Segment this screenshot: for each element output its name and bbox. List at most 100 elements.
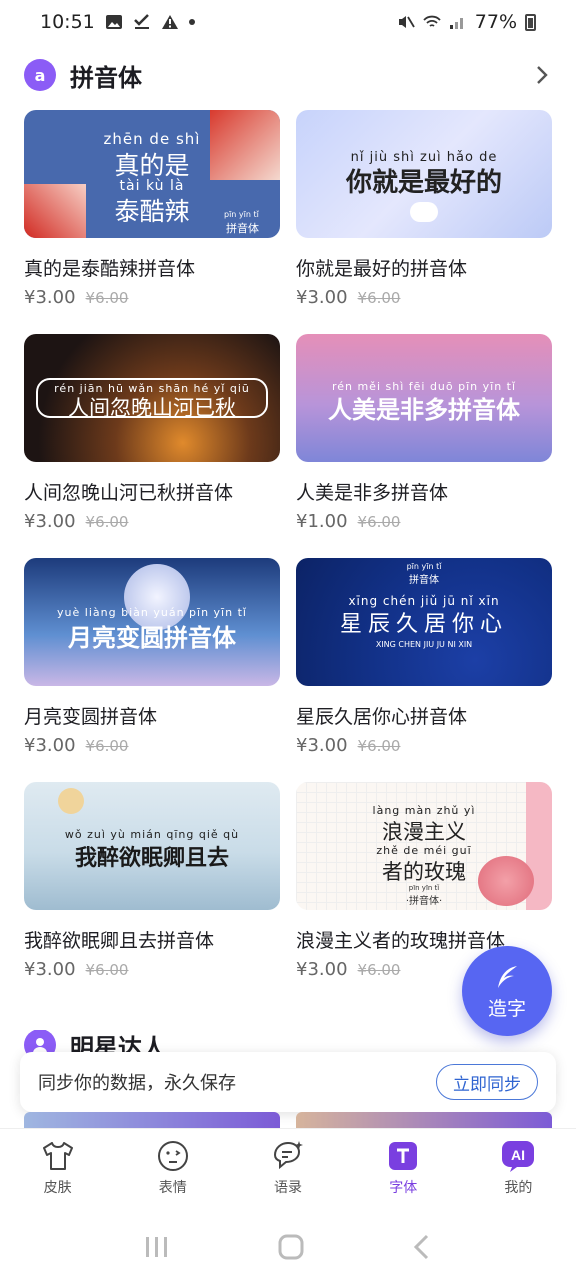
- system-nav-bar: [0, 1214, 576, 1280]
- font-original-price: ¥6.00: [85, 961, 129, 979]
- font-original-price: ¥6.00: [357, 289, 401, 307]
- art-hanzi-line: 星辰久居你心: [339, 612, 508, 637]
- art-tag-pinyin: pīn yīn tǐ: [406, 562, 442, 571]
- art-hanzi-line: 人间忽晚山河已秋: [68, 396, 236, 420]
- sync-text: 同步你的数据，永久保存: [38, 1073, 236, 1094]
- create-font-label: 造字: [487, 997, 526, 1020]
- status-bar: 10:51 77%: [0, 0, 576, 44]
- wifi-icon: [423, 15, 441, 27]
- check-icon: [133, 14, 149, 29]
- art-tag: 拼音体: [226, 222, 259, 235]
- art-hanzi-line: 月亮变圆拼音体: [68, 623, 236, 652]
- celebrity-thumbnail[interactable]: [24, 1112, 280, 1128]
- nav-label: 字体: [389, 1180, 418, 1196]
- battery-icon: [525, 13, 536, 31]
- font-name: 你就是最好的拼音体: [296, 258, 468, 280]
- nav-label: 我的: [504, 1180, 533, 1196]
- font-price: ¥3.00: [24, 287, 76, 308]
- status-time: 10:51: [40, 11, 95, 33]
- art-tag: ·拼音体·: [405, 896, 443, 907]
- section-title: 拼音体: [70, 63, 142, 92]
- font-price: ¥3.00: [296, 287, 348, 308]
- art-hanzi-line: 你就是最好的: [345, 168, 502, 198]
- font-thumbnail[interactable]: wǒ zuì yù mián qīng qiě qù 我醉欲眠卿且去: [24, 782, 280, 910]
- section-font-icon: a: [24, 59, 56, 91]
- battery-percent: 77%: [474, 11, 517, 33]
- font-price: ¥3.00: [296, 959, 348, 980]
- image-icon: [105, 15, 122, 29]
- font-card[interactable]: wǒ zuì yù mián qīng qiě qù 我醉欲眠卿且去 我醉欲眠卿…: [24, 782, 280, 980]
- art-hanzi-line: 我醉欲眠卿且去: [74, 845, 229, 871]
- font-thumbnail[interactable]: rén jiān hū wǎn shān hé yǐ qiū 人间忽晚山河已秋: [24, 334, 280, 462]
- font-original-price: ¥6.00: [357, 961, 401, 979]
- font-original-price: ¥6.00: [357, 513, 401, 531]
- nav-item-quotes[interactable]: 语录: [230, 1129, 345, 1214]
- font-thumbnail[interactable]: pīn yīn tǐ 拼音体 xīng chén jiǔ jū nǐ xīn 星…: [296, 558, 552, 686]
- font-original-price: ¥6.00: [85, 513, 129, 531]
- back-icon[interactable]: [412, 1234, 432, 1260]
- font-price: ¥3.00: [24, 511, 76, 532]
- font-card[interactable]: rén měi shì fēi duō pīn yīn tǐ 人美是非多拼音体 …: [296, 334, 552, 532]
- nav-label: 表情: [158, 1180, 187, 1196]
- font-thumbnail[interactable]: làng màn zhǔ yì 浪漫主义 zhě de méi guī 者的玫瑰…: [296, 782, 552, 910]
- font-original-price: ¥6.00: [357, 737, 401, 755]
- bottom-nav: 皮肤 表情 语录 字体 AI 我的: [0, 1128, 576, 1214]
- recent-apps-icon[interactable]: [144, 1235, 170, 1259]
- celebrity-thumbnail[interactable]: [296, 1112, 552, 1128]
- art-caps-line: XING CHEN JIU JU NI XIN: [375, 640, 473, 649]
- sync-banner: 同步你的数据，永久保存 立即同步: [20, 1052, 556, 1112]
- shirt-icon: [42, 1142, 73, 1170]
- art-tag-pinyin: pīn yīn tǐ: [224, 210, 259, 219]
- home-icon[interactable]: [277, 1233, 305, 1261]
- font-price: ¥1.00: [296, 511, 348, 532]
- nav-item-skin[interactable]: 皮肤: [0, 1129, 115, 1214]
- art-hanzi-line: 者的玫瑰: [382, 860, 466, 884]
- bear-sticker-icon: [410, 202, 438, 222]
- sync-now-button[interactable]: 立即同步: [436, 1064, 538, 1100]
- font-price: ¥3.00: [296, 735, 348, 756]
- font-card[interactable]: pīn yīn tǐ 拼音体 xīng chén jiǔ jū nǐ xīn 星…: [296, 558, 552, 756]
- nav-label: 皮肤: [43, 1180, 72, 1196]
- font-name: 星辰久居你心拼音体: [296, 706, 468, 728]
- font-thumbnail[interactable]: nǐ jiù shì zuì hǎo de 你就是最好的: [296, 110, 552, 238]
- font-card[interactable]: zhēn de shì 真的是 tài kù là 泰酷辣 pīn yīn tǐ…: [24, 110, 280, 308]
- nav-item-emoji[interactable]: 表情: [115, 1129, 230, 1214]
- font-original-price: ¥6.00: [85, 737, 129, 755]
- feather-icon: [498, 965, 517, 988]
- font-name: 我醉欲眠卿且去拼音体: [24, 930, 215, 952]
- chevron-right-icon[interactable]: [532, 65, 552, 85]
- ai-icon: AI: [502, 1141, 535, 1172]
- app-root: 10:51 77% a 拼音体 zhēn de shì 真的是 tài kù l…: [0, 0, 576, 1280]
- font-name: 真的是泰酷辣拼音体: [24, 258, 196, 280]
- art-hanzi-line: 浪漫主义: [382, 820, 466, 844]
- font-name: 人美是非多拼音体: [296, 482, 449, 504]
- notification-dot: [188, 19, 195, 25]
- art-hanzi-line: 人美是非多拼音体: [328, 395, 520, 424]
- section-header-pinyin[interactable]: a 拼音体: [24, 56, 552, 94]
- font-thumbnail[interactable]: zhēn de shì 真的是 tài kù là 泰酷辣 pīn yīn tǐ…: [24, 110, 280, 238]
- nav-label: 语录: [274, 1180, 302, 1196]
- warning-icon: [161, 15, 178, 29]
- nav-item-me[interactable]: AI 我的: [461, 1129, 576, 1214]
- font-thumbnail[interactable]: rén měi shì fēi duō pīn yīn tǐ 人美是非多拼音体: [296, 334, 552, 462]
- signal-icon: [449, 18, 463, 29]
- font-name: 月亮变圆拼音体: [24, 706, 158, 728]
- quote-icon: [273, 1141, 303, 1170]
- font-card[interactable]: rén jiān hū wǎn shān hé yǐ qiū 人间忽晚山河已秋 …: [24, 334, 280, 532]
- create-font-button[interactable]: 造字: [462, 946, 552, 1036]
- svg-text:AI: AI: [511, 1147, 525, 1163]
- art-tag-pinyin: pīn yīn tǐ: [408, 884, 440, 892]
- font-icon: [389, 1142, 418, 1170]
- art-tag: 拼音体: [409, 575, 439, 586]
- art-hanzi-line: 真的是: [114, 151, 190, 180]
- font-price: ¥3.00: [24, 959, 76, 980]
- face-icon: [157, 1141, 188, 1171]
- font-name: 人间忽晚山河已秋拼音体: [24, 482, 234, 504]
- font-price: ¥3.00: [24, 735, 76, 756]
- font-thumbnail[interactable]: yuè liàng biàn yuán pīn yīn tǐ 月亮变圆拼音体: [24, 558, 280, 686]
- nav-item-fonts[interactable]: 字体: [346, 1129, 461, 1214]
- mute-icon: [398, 16, 415, 28]
- font-card[interactable]: nǐ jiù shì zuì hǎo de 你就是最好的 你就是最好的拼音体 ¥…: [296, 110, 552, 308]
- font-card[interactable]: yuè liàng biàn yuán pīn yīn tǐ 月亮变圆拼音体 月…: [24, 558, 280, 756]
- font-original-price: ¥6.00: [85, 289, 129, 307]
